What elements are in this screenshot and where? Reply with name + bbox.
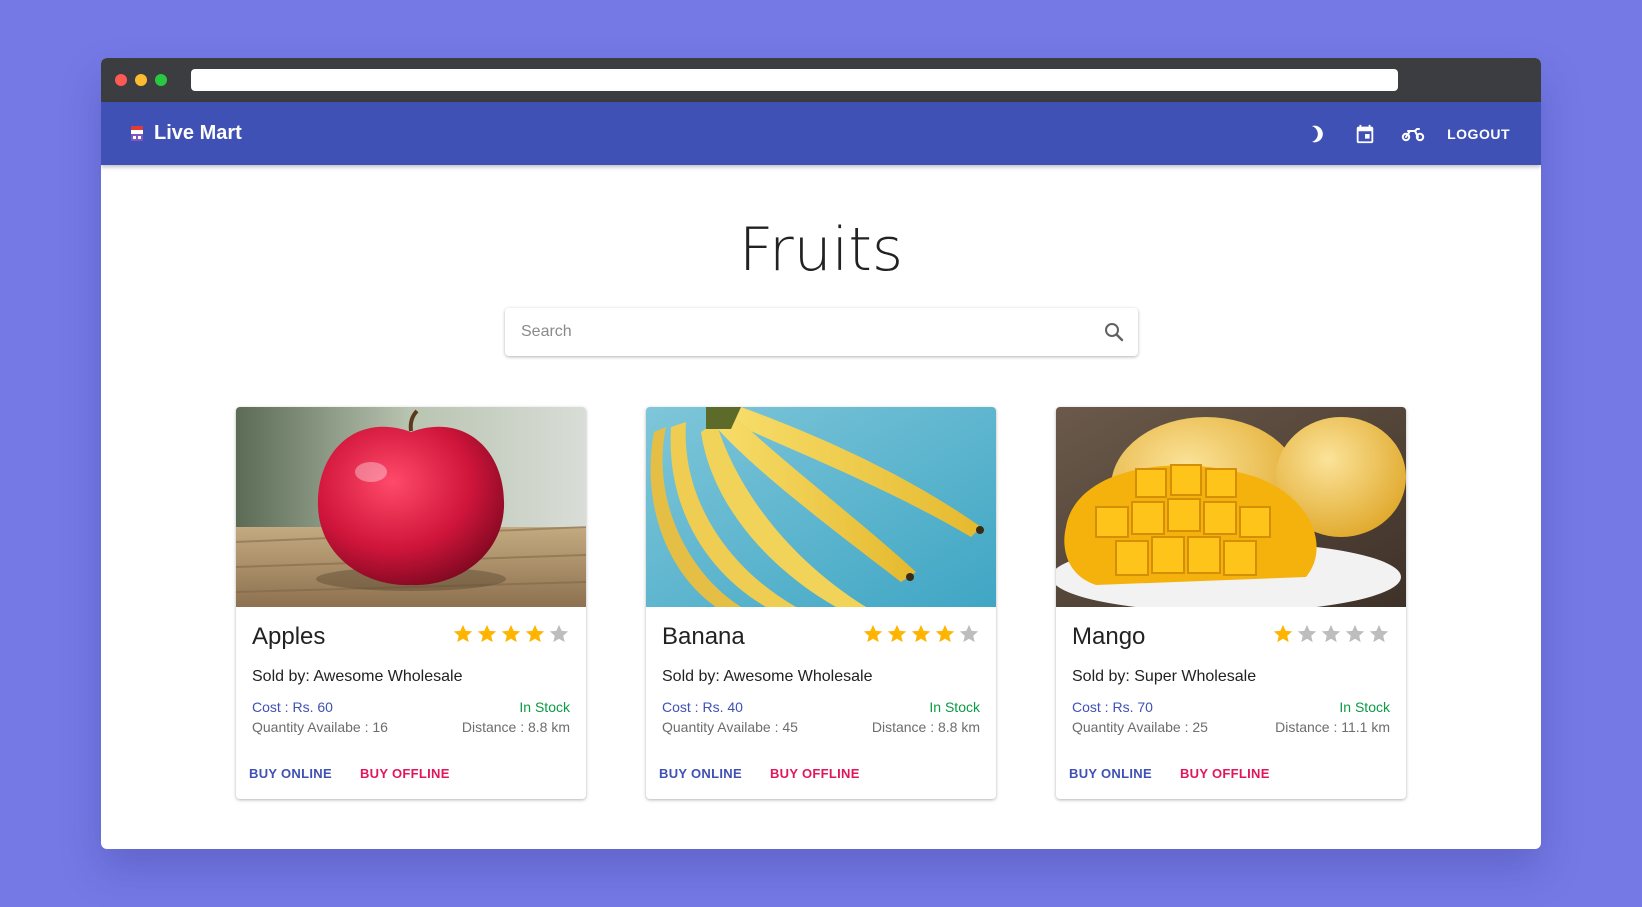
star-filled-icon[interactable] [500,623,522,645]
star-rating[interactable] [452,623,570,645]
star-filled-icon[interactable] [1272,623,1294,645]
seller-name: Sold by: Awesome Wholesale [662,668,873,685]
product-card-body: Mango Sold by: Super Wholesale Cost : Rs… [1056,607,1406,799]
product-card-body: Apples Sold by: Awesome Wholesale Cost :… [236,607,586,799]
browser-window: Live Mart LOGOUT Fruits Search Apples So… [101,58,1541,849]
brand[interactable]: Live Mart [129,102,242,165]
app-title: Live Mart [154,122,242,144]
mango-image [1056,407,1406,607]
buy-online-button[interactable]: BUY ONLINE [654,762,747,785]
star-filled-icon[interactable] [934,623,956,645]
distance: Distance : 8.8 km [461,719,570,735]
buy-online-button[interactable]: BUY ONLINE [244,762,337,785]
distance: Distance : 11.1 km [1275,719,1390,735]
star-filled-icon[interactable] [886,623,908,645]
product-cost: Cost : Rs. 70 [1072,699,1153,715]
product-name: Apples [252,623,326,650]
browser-titlebar [101,58,1541,102]
app-bar-actions: LOGOUT [1281,102,1510,165]
calendar-icon[interactable] [1353,122,1377,146]
stock-status: In Stock [1339,699,1390,715]
seller-name: Sold by: Super Wholesale [1072,668,1257,685]
page-title: Fruits [738,215,904,285]
dark-mode-icon[interactable] [1305,122,1329,146]
product-name: Banana [662,623,745,650]
shop-logo-icon [129,125,145,143]
banana-image [646,407,996,607]
star-empty-icon[interactable] [1320,623,1342,645]
maximize-window-button[interactable] [155,74,167,86]
buy-offline-button[interactable]: BUY OFFLINE [765,762,865,785]
app-bar: Live Mart LOGOUT [101,102,1541,165]
seller-name: Sold by: Awesome Wholesale [252,668,463,685]
buy-online-button[interactable]: BUY ONLINE [1064,762,1157,785]
stock-status: In Stock [929,699,980,715]
card-actions: BUY ONLINE BUY OFFLINE [244,762,455,785]
minimize-window-button[interactable] [135,74,147,86]
search-bar [505,308,1138,356]
apple-image [236,407,586,607]
product-cost: Cost : Rs. 40 [662,699,743,715]
close-window-button[interactable] [115,74,127,86]
delivery-bike-icon[interactable] [1401,122,1425,146]
star-filled-icon[interactable] [452,623,474,645]
star-empty-icon[interactable] [1368,623,1390,645]
product-name: Mango [1072,623,1146,650]
logout-button[interactable]: LOGOUT [1447,126,1510,142]
quantity-available: Quantity Availabe : 16 [252,719,388,735]
star-empty-icon[interactable] [958,623,980,645]
product-card-body: Banana Sold by: Awesome Wholesale Cost :… [646,607,996,799]
star-rating[interactable] [1272,623,1390,645]
star-filled-icon[interactable] [862,623,884,645]
star-rating[interactable] [862,623,980,645]
quantity-available: Quantity Availabe : 25 [1072,719,1208,735]
stock-status: In Stock [519,699,570,715]
quantity-available: Quantity Availabe : 45 [662,719,798,735]
star-filled-icon[interactable] [910,623,932,645]
address-bar[interactable] [191,69,1398,91]
buy-offline-button[interactable]: BUY OFFLINE [355,762,455,785]
search-input[interactable] [521,308,1081,356]
star-filled-icon[interactable] [524,623,546,645]
product-card: Apples Sold by: Awesome Wholesale Cost :… [236,407,586,799]
product-card: Banana Sold by: Awesome Wholesale Cost :… [646,407,996,799]
star-empty-icon[interactable] [548,623,570,645]
product-cost: Cost : Rs. 60 [252,699,333,715]
product-card: Mango Sold by: Super Wholesale Cost : Rs… [1056,407,1406,799]
star-empty-icon[interactable] [1344,623,1366,645]
star-filled-icon[interactable] [476,623,498,645]
star-empty-icon[interactable] [1296,623,1318,645]
search-icon[interactable] [1102,320,1126,344]
distance: Distance : 8.8 km [871,719,980,735]
card-actions: BUY ONLINE BUY OFFLINE [1064,762,1275,785]
card-actions: BUY ONLINE BUY OFFLINE [654,762,865,785]
buy-offline-button[interactable]: BUY OFFLINE [1175,762,1275,785]
